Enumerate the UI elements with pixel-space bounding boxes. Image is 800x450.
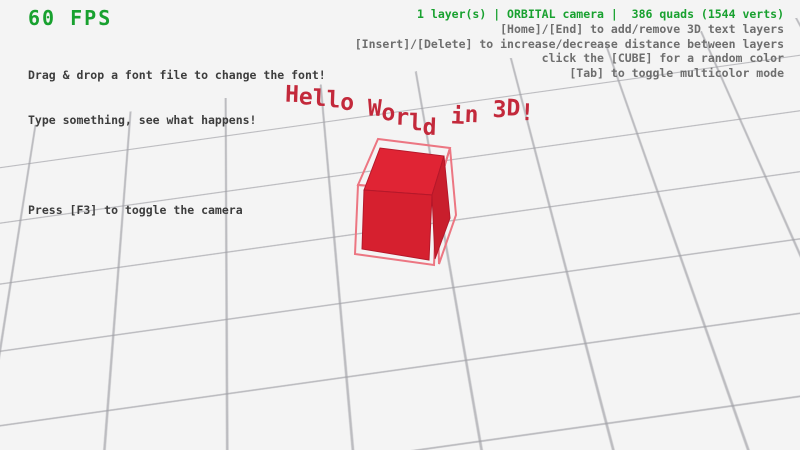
- hello-letter: o: [381, 100, 396, 126]
- hello-letter: W: [367, 96, 382, 122]
- hello-letter: l: [326, 87, 341, 113]
- hello-letter: [478, 99, 493, 125]
- cube[interactable]: [328, 132, 498, 286]
- help-line: [Insert]/[Delete] to increase/decrease d…: [355, 37, 784, 52]
- app-window: press [F1] to toggle the text boundarypr…: [0, 0, 800, 450]
- cube-graphic: [328, 132, 498, 282]
- help-line: click the [CUBE] for a random color: [355, 51, 784, 66]
- help-block: [Home]/[End] to add/remove 3D text layer…: [355, 22, 784, 80]
- status-bar: 1 layer(s) | ORBITAL camera | 386 quads …: [417, 7, 784, 21]
- hello-letter: l: [408, 110, 423, 136]
- hello-letter: i: [450, 103, 465, 129]
- hint-gap: [28, 158, 326, 173]
- hint-block: Drag & drop a font file to change the fo…: [28, 38, 326, 248]
- cube-top-face: [364, 148, 444, 195]
- fps-counter: 60 FPS: [28, 6, 112, 30]
- hint-type: Type something, see what happens!: [28, 113, 326, 128]
- hello-letter: d: [422, 114, 437, 140]
- hello-letter: r: [395, 105, 410, 131]
- hello-letter: n: [464, 102, 479, 128]
- help-line: [Home]/[End] to add/remove 3D text layer…: [355, 22, 784, 37]
- cube-front-face: [362, 190, 432, 260]
- hello-letter: !: [520, 100, 535, 126]
- hello-letter: D: [506, 95, 521, 121]
- hello-letter: [436, 113, 451, 139]
- hint-drag-drop: Drag & drop a font file to change the fo…: [28, 68, 326, 83]
- help-line: [Tab] to toggle multicolor mode: [355, 66, 784, 81]
- hello-letter: o: [340, 90, 355, 116]
- hello-letter: 3: [492, 97, 507, 123]
- hello-letter: [354, 92, 369, 118]
- hint-camera: Press [F3] to toggle the camera: [28, 203, 326, 218]
